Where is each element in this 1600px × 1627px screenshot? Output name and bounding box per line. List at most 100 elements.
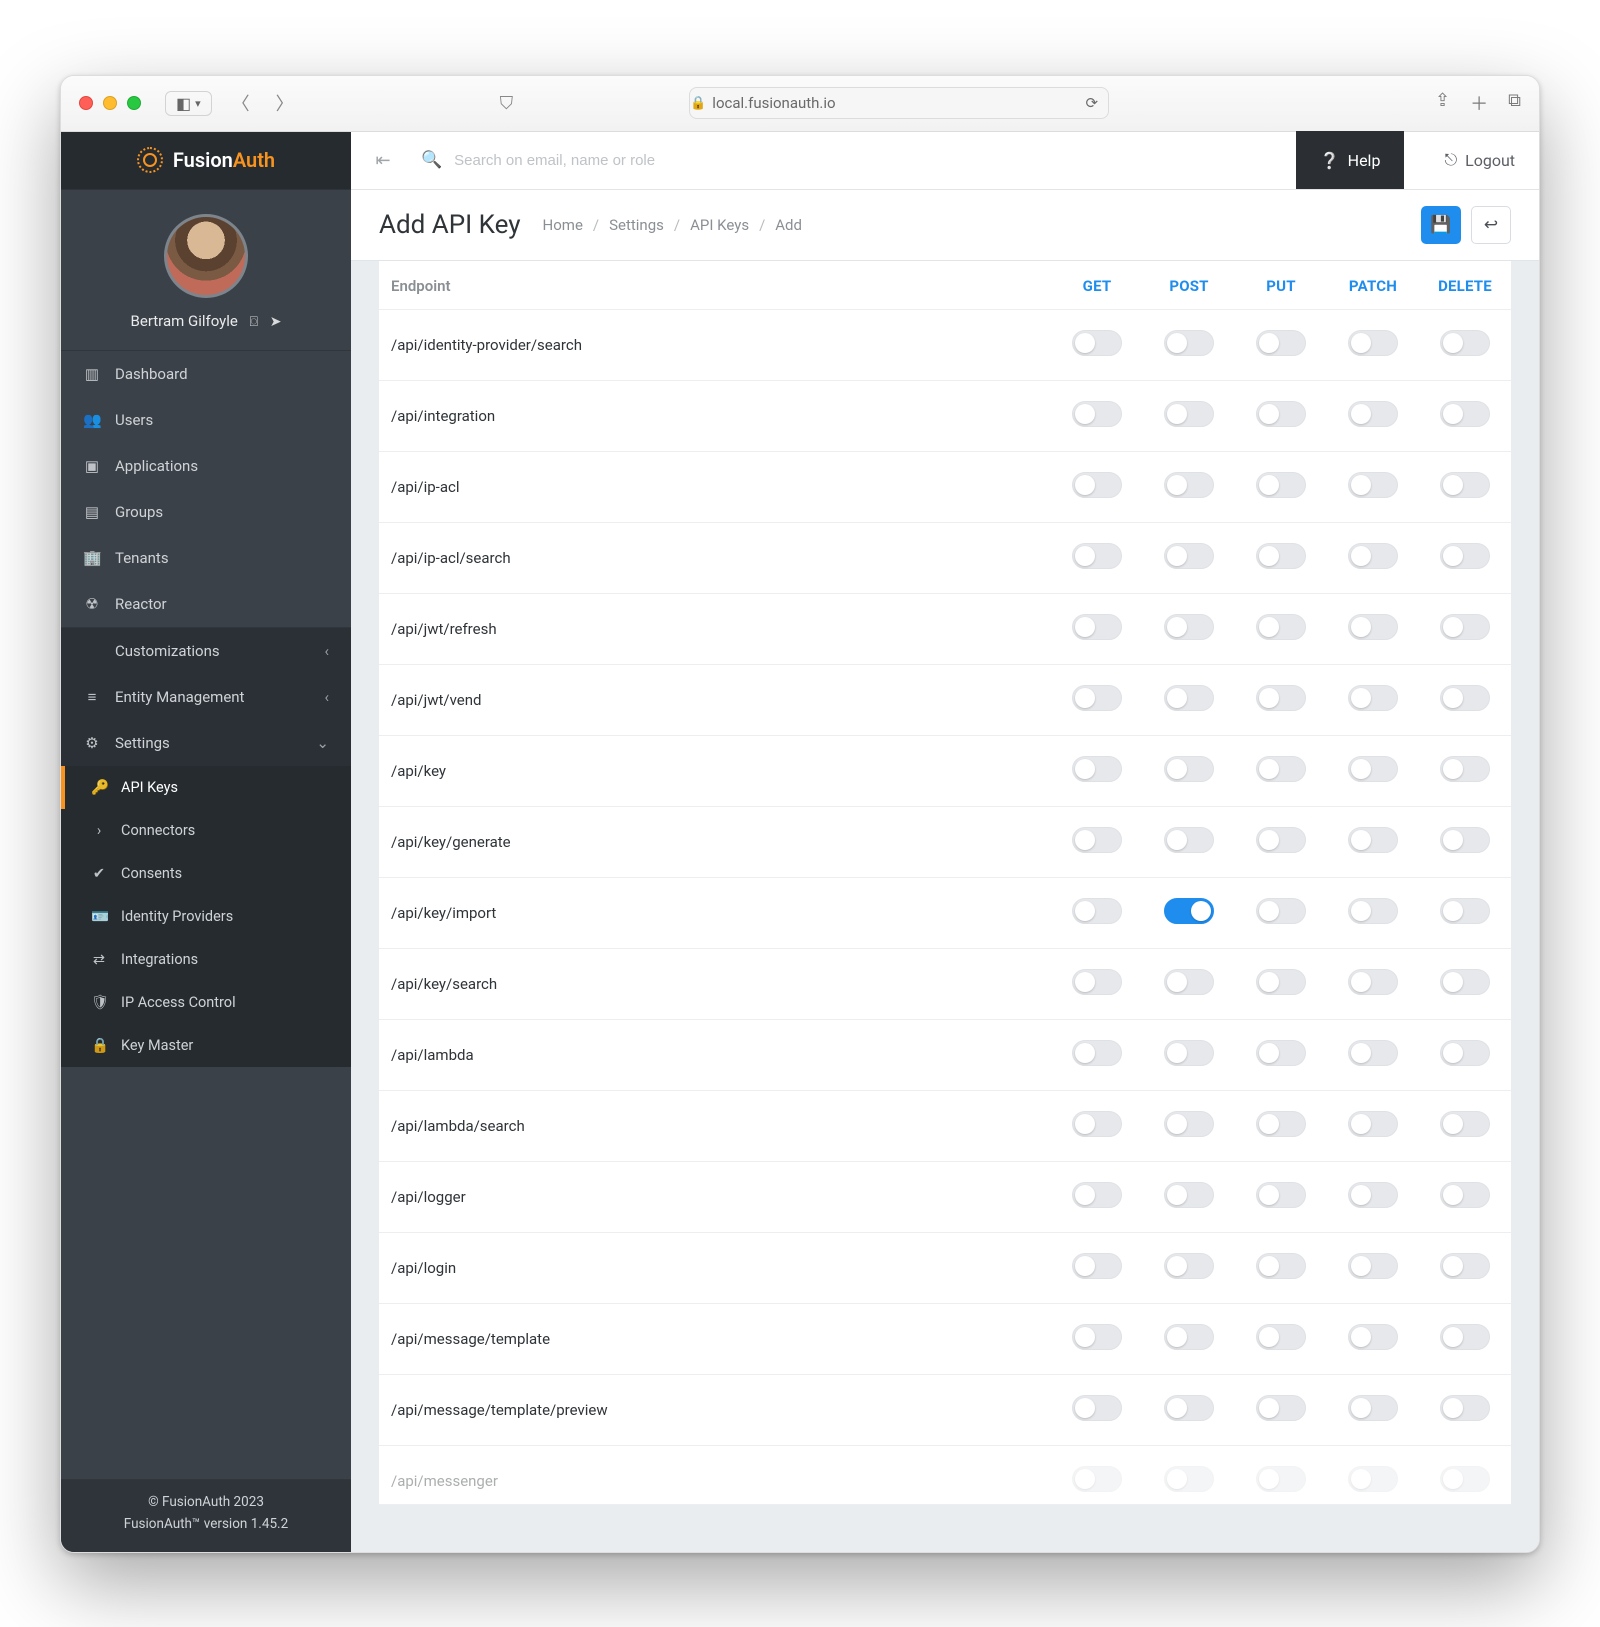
toggle-put[interactable] (1256, 827, 1306, 853)
toggle-patch[interactable] (1348, 1253, 1398, 1279)
toggle-get[interactable] (1072, 969, 1122, 995)
toggle-delete[interactable] (1440, 1395, 1490, 1421)
toggle-delete[interactable] (1440, 1324, 1490, 1350)
toggle-patch[interactable] (1348, 1466, 1398, 1492)
close-window-icon[interactable] (79, 96, 93, 110)
toggle-patch[interactable] (1348, 969, 1398, 995)
toggle-delete[interactable] (1440, 472, 1490, 498)
toggle-put[interactable] (1256, 1111, 1306, 1137)
toggle-delete[interactable] (1440, 756, 1490, 782)
toggle-post[interactable] (1164, 1466, 1214, 1492)
toggle-get[interactable] (1072, 685, 1122, 711)
toggle-post[interactable] (1164, 614, 1214, 640)
new-tab-icon[interactable]: ＋ (1470, 90, 1488, 116)
toggle-put[interactable] (1256, 614, 1306, 640)
search-input[interactable] (454, 152, 1280, 169)
toggle-post[interactable] (1164, 1040, 1214, 1066)
toggle-put[interactable] (1256, 1324, 1306, 1350)
toggle-put[interactable] (1256, 685, 1306, 711)
toggle-post[interactable] (1164, 472, 1214, 498)
settings-integrations[interactable]: ⇄ Integrations (61, 938, 351, 981)
sidebar-item-dashboard[interactable]: ▥ Dashboard (61, 351, 351, 397)
sidebar-toggle-button[interactable]: ◧ ▾ (165, 91, 212, 116)
toggle-get[interactable] (1072, 614, 1122, 640)
crumb-home[interactable]: Home (543, 216, 583, 234)
toggle-delete[interactable] (1440, 969, 1490, 995)
toggle-put[interactable] (1256, 543, 1306, 569)
crumb-api-keys[interactable]: API Keys (690, 216, 749, 234)
crumb-settings[interactable]: Settings (609, 216, 664, 234)
settings-api-keys[interactable]: 🔑 API Keys (61, 766, 351, 809)
settings-connectors[interactable]: › Connectors (61, 809, 351, 852)
toggle-put[interactable] (1256, 330, 1306, 356)
sidebar-item-tenants[interactable]: 🏢 Tenants (61, 535, 351, 581)
toggle-patch[interactable] (1348, 1324, 1398, 1350)
sidebar-group-settings[interactable]: ⚙ Settings (61, 720, 351, 766)
toggle-post[interactable] (1164, 330, 1214, 356)
toggle-post[interactable] (1164, 1111, 1214, 1137)
tabs-icon[interactable]: ⧉ (1508, 90, 1521, 116)
toggle-patch[interactable] (1348, 1182, 1398, 1208)
sidebar-group-customizations[interactable]: Customizations (61, 628, 351, 674)
maximize-window-icon[interactable] (127, 96, 141, 110)
toggle-delete[interactable] (1440, 614, 1490, 640)
toggle-get[interactable] (1072, 1182, 1122, 1208)
toggle-delete[interactable] (1440, 685, 1490, 711)
toggle-delete[interactable] (1440, 1253, 1490, 1279)
toggle-post[interactable] (1164, 969, 1214, 995)
toggle-patch[interactable] (1348, 614, 1398, 640)
collapse-sidebar-button[interactable]: ⇤ (361, 150, 405, 171)
col-post[interactable]: POST (1143, 261, 1235, 310)
toggle-post[interactable] (1164, 685, 1214, 711)
col-delete[interactable]: DELETE (1419, 261, 1511, 310)
toggle-get[interactable] (1072, 1111, 1122, 1137)
toggle-get[interactable] (1072, 401, 1122, 427)
toggle-post[interactable] (1164, 1253, 1214, 1279)
col-get[interactable]: GET (1051, 261, 1143, 310)
settings-ip-access-control[interactable]: 🛡 IP Access Control (61, 981, 351, 1024)
sidebar-group-entity-management[interactable]: ≡ Entity Management (61, 674, 351, 720)
toggle-get[interactable] (1072, 472, 1122, 498)
nav-back-button[interactable]: 〈 (226, 86, 256, 120)
toggle-patch[interactable] (1348, 756, 1398, 782)
sidebar-item-reactor[interactable]: ☢ Reactor (61, 581, 351, 627)
toggle-delete[interactable] (1440, 898, 1490, 924)
toggle-put[interactable] (1256, 898, 1306, 924)
col-patch[interactable]: PATCH (1327, 261, 1419, 310)
toggle-patch[interactable] (1348, 827, 1398, 853)
toggle-post[interactable] (1164, 543, 1214, 569)
help-button[interactable]: ❔ Help (1296, 131, 1405, 189)
settings-identity-providers[interactable]: 🪪 Identity Providers (61, 895, 351, 938)
toggle-delete[interactable] (1440, 401, 1490, 427)
save-button[interactable]: 💾 (1421, 206, 1461, 244)
toggle-delete[interactable] (1440, 827, 1490, 853)
toggle-post[interactable] (1164, 827, 1214, 853)
toggle-get[interactable] (1072, 1466, 1122, 1492)
toggle-get[interactable] (1072, 1040, 1122, 1066)
toggle-get[interactable] (1072, 330, 1122, 356)
toggle-put[interactable] (1256, 472, 1306, 498)
toggle-patch[interactable] (1348, 685, 1398, 711)
toggle-delete[interactable] (1440, 1111, 1490, 1137)
minimize-window-icon[interactable] (103, 96, 117, 110)
sidebar-item-applications[interactable]: ▣ Applications (61, 443, 351, 489)
avatar[interactable] (164, 214, 248, 298)
toggle-post[interactable] (1164, 756, 1214, 782)
settings-key-master[interactable]: 🔒 Key Master (61, 1024, 351, 1067)
back-button[interactable]: ↩ (1471, 206, 1511, 244)
toggle-patch[interactable] (1348, 543, 1398, 569)
toggle-get[interactable] (1072, 827, 1122, 853)
toggle-put[interactable] (1256, 756, 1306, 782)
toggle-put[interactable] (1256, 1253, 1306, 1279)
toggle-put[interactable] (1256, 1040, 1306, 1066)
reload-icon[interactable]: ⟳ (1086, 94, 1109, 112)
privacy-shield-icon[interactable]: ⛉ (494, 89, 520, 118)
toggle-post[interactable] (1164, 1395, 1214, 1421)
toggle-put[interactable] (1256, 1182, 1306, 1208)
toggle-post[interactable] (1164, 898, 1214, 924)
toggle-get[interactable] (1072, 1395, 1122, 1421)
toggle-delete[interactable] (1440, 1182, 1490, 1208)
toggle-patch[interactable] (1348, 1040, 1398, 1066)
toggle-get[interactable] (1072, 1253, 1122, 1279)
sidebar-item-users[interactable]: 👥 Users (61, 397, 351, 443)
